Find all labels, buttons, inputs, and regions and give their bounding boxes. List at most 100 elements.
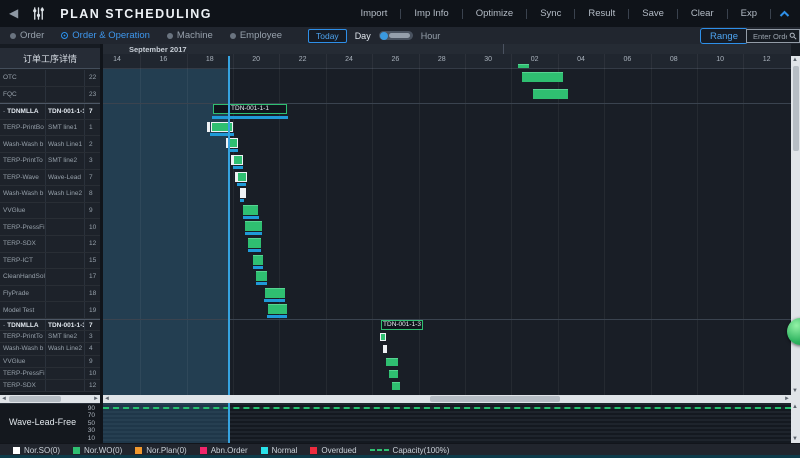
view-radio-order-operation[interactable]: Order & Operation (61, 30, 150, 41)
table-row[interactable]: TERP-PressFi10 (0, 368, 100, 380)
scroll-thumb[interactable] (9, 396, 61, 402)
table-hscrollbar[interactable]: ◄ ► (0, 395, 100, 403)
gantt-bar[interactable] (256, 271, 267, 281)
capacity-y-axis: 9070503010 (75, 403, 99, 443)
table-row[interactable]: OTC22 (0, 70, 100, 87)
table-row[interactable]: Wash-Wash bWash Line24 (0, 343, 100, 355)
order-label-box[interactable]: TDN-001-1-3 (381, 320, 423, 330)
day-hour-toggle[interactable] (379, 31, 413, 40)
scroll-right-icon[interactable]: ► (783, 395, 791, 403)
legend-item-nor-so-0-: Nor.SO(0) (13, 446, 60, 455)
table-row[interactable]: TERP-ICT15 (0, 253, 100, 270)
toggle-knob[interactable] (380, 32, 388, 40)
axis-tick-label: 90 (75, 405, 95, 412)
gantt-bar[interactable] (386, 358, 398, 366)
gantt-bar[interactable] (265, 288, 285, 298)
table-row[interactable]: VVGlue9 (0, 203, 100, 220)
today-button[interactable]: Today (308, 29, 347, 43)
gantt-bar-selected[interactable] (380, 333, 386, 341)
scroll-thumb[interactable] (793, 66, 799, 151)
collapse-header-icon[interactable] (779, 10, 790, 18)
legend-swatch (261, 447, 268, 454)
table-row[interactable]: TERP-SDX12 (0, 236, 100, 253)
range-button[interactable]: Range (700, 28, 748, 44)
scroll-left-icon[interactable]: ◄ (0, 395, 8, 403)
gantt-bar-selected[interactable] (233, 155, 243, 165)
collapse-marker[interactable]: - (3, 322, 5, 329)
table-row[interactable]: TERP-PrintToSMT line23 (0, 153, 100, 170)
scroll-up-icon[interactable]: ▲ (791, 403, 799, 411)
gantt-bar[interactable] (268, 304, 287, 314)
capacity-vscrollbar[interactable]: ▲ ▼ (791, 403, 800, 443)
view-radio-order[interactable]: Order (10, 30, 44, 41)
progress-underline (267, 315, 287, 318)
back-icon[interactable]: ◀ (9, 0, 18, 27)
menu-item-sync[interactable]: Sync (527, 8, 574, 19)
collapse-marker[interactable]: - (3, 108, 5, 115)
table-row[interactable]: CleanHandSol17 (0, 269, 100, 286)
timeline-tick: 16 (140, 56, 186, 63)
gantt-bar[interactable] (518, 64, 529, 68)
gantt-bar[interactable] (245, 221, 262, 231)
gantt-bar[interactable] (243, 205, 258, 215)
timeline-tick: 12 (744, 56, 790, 63)
table-row[interactable]: TERP-PrintBoSMT line11 (0, 120, 100, 137)
timeline-tick: 14 (103, 56, 140, 63)
gantt-bar[interactable] (389, 370, 398, 378)
gantt-bar[interactable] (248, 238, 261, 248)
scroll-thumb[interactable] (430, 396, 560, 402)
grid-line (558, 54, 559, 395)
cell-machine: TDN-001-1-1 (46, 104, 85, 119)
cell-operation: OTC (0, 70, 46, 86)
menu-item-clear[interactable]: Clear (678, 8, 727, 19)
view-radio-employee[interactable]: Employee (230, 30, 282, 41)
sliders-icon[interactable] (31, 6, 46, 21)
gantt-bar[interactable] (392, 382, 400, 390)
menu-item-exp[interactable]: Exp (728, 8, 770, 19)
table-row[interactable]: Model Test19 (0, 302, 100, 319)
table-row[interactable]: TERP-WaveWave-Lead7 (0, 170, 100, 187)
scroll-up-icon[interactable]: ▲ (791, 56, 799, 64)
search-icon[interactable] (789, 32, 797, 40)
gantt-hscrollbar[interactable]: ◄ ► (103, 395, 791, 403)
scroll-down-icon[interactable]: ▼ (791, 387, 799, 395)
timeline-tick: 18 (187, 56, 233, 63)
cell-machine: Wave-Lead (46, 170, 85, 186)
view-radio-machine[interactable]: Machine (167, 30, 213, 41)
table-row[interactable]: TERP-SDX12 (0, 380, 100, 392)
menu-item-import[interactable]: Import (347, 8, 400, 19)
timeline-tick: 30 (465, 56, 511, 63)
scroll-down-icon[interactable]: ▼ (791, 435, 799, 443)
table-row[interactable]: FlyPrade18 (0, 286, 100, 303)
gantt-bar-pending[interactable] (240, 188, 246, 198)
radio-icon (10, 33, 16, 39)
legend-dash-swatch (370, 449, 389, 451)
legend-label: Overdued (321, 446, 356, 455)
gantt-bar[interactable] (533, 89, 568, 99)
gantt-bar-pending[interactable] (207, 122, 210, 132)
table-row[interactable]: Wash-Wash bWash Line12 (0, 136, 100, 153)
table-row[interactable]: VVGlue9 (0, 356, 100, 368)
table-row[interactable]: -TDNMLLATDN-001-1-37 (0, 319, 100, 331)
menu-item-imp-info[interactable]: Imp Info (401, 8, 461, 19)
order-search-input[interactable] (751, 31, 789, 42)
table-row[interactable]: Wash-Wash bWash Line28 (0, 186, 100, 203)
table-row[interactable]: FQC23 (0, 87, 100, 104)
scroll-left-icon[interactable]: ◄ (103, 395, 111, 403)
table-row[interactable]: TERP-PrintToSMT line23 (0, 331, 100, 343)
gantt-bar[interactable] (253, 255, 263, 265)
order-search-box (746, 29, 800, 43)
order-label-box[interactable]: TDN-001-1-1 (213, 104, 287, 114)
cell-operation: CleanHandSol (0, 269, 46, 285)
gantt-bar-selected[interactable] (237, 172, 247, 182)
scroll-right-icon[interactable]: ► (92, 395, 100, 403)
menu-item-save[interactable]: Save (629, 8, 677, 19)
menu-item-optimize[interactable]: Optimize (463, 8, 526, 19)
menu-item-result[interactable]: Result (575, 8, 628, 19)
timeline-tick: 28 (419, 56, 465, 63)
gantt-bar-pending[interactable] (383, 345, 387, 353)
table-row[interactable]: -TDNMLLATDN-001-1-17 (0, 103, 100, 120)
table-row[interactable]: TERP-PressFi10 (0, 219, 100, 236)
cell-seq: 2 (85, 136, 100, 152)
gantt-bar[interactable] (522, 72, 563, 82)
